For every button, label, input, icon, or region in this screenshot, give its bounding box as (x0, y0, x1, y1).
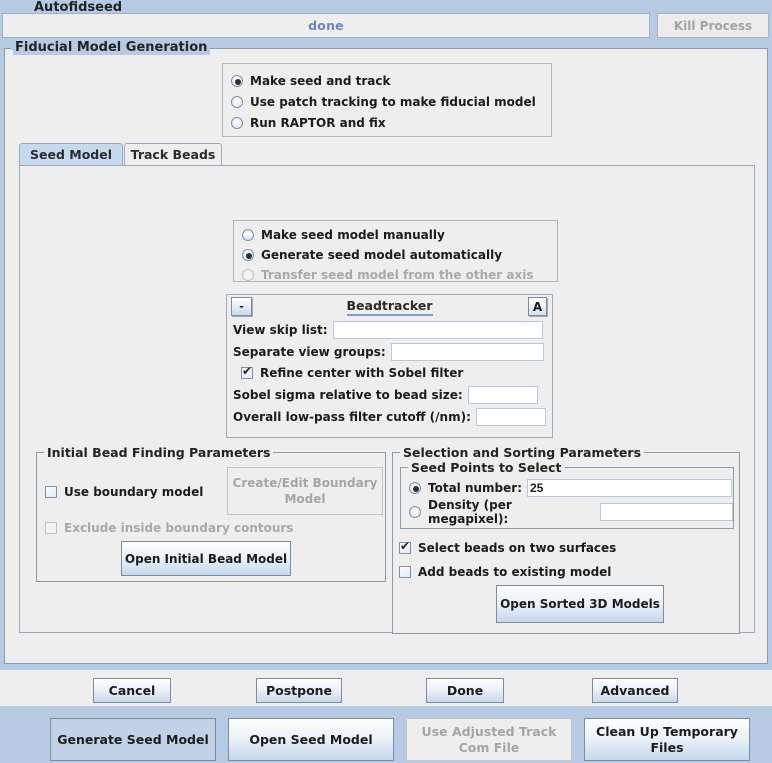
separate-view-groups-input[interactable] (390, 342, 544, 361)
beadtracker-header: - Beadtracker A (227, 295, 552, 318)
refine-center-checkbox-row[interactable]: Refine center with Sobel filter (227, 362, 552, 383)
radio-make-seed-and-track[interactable]: Make seed and track (231, 70, 551, 91)
checkbox-indicator (45, 485, 57, 498)
radio-use-patch-tracking[interactable]: Use patch tracking to make fiducial mode… (231, 91, 551, 112)
seed-points-legend: Seed Points to Select (408, 460, 565, 475)
beadtracker-title: Beadtracker (227, 298, 552, 316)
open-sorted-3d-models-button[interactable]: Open Sorted 3D Models (496, 585, 664, 623)
tab-strip: Seed Model Track Beads (19, 143, 755, 165)
selection-sorting-group: Selection and Sorting Parameters Seed Po… (392, 445, 740, 634)
radio-label: Run RAPTOR and fix (250, 115, 386, 130)
generate-seed-model-button[interactable]: Generate Seed Model (50, 718, 216, 761)
sobel-sigma-row: Sobel sigma relative to bead size: (227, 384, 552, 405)
sobel-sigma-input[interactable] (467, 385, 538, 404)
seed-points-to-select-group: Seed Points to Select Total number: Dens… (400, 460, 734, 529)
checkbox-indicator (399, 565, 411, 578)
create-edit-boundary-model-button: Create/Edit Boundary Model (227, 467, 383, 515)
seed-model-tab-panel: Make seed model manually Generate seed m… (19, 165, 755, 761)
total-number-label: Total number: (428, 481, 522, 495)
fiducial-group-legend: Fiducial Model Generation (13, 40, 211, 55)
density-input[interactable] (600, 503, 733, 521)
radio-indicator (242, 249, 254, 261)
checkbox-indicator (45, 521, 57, 534)
done-button[interactable]: Done (426, 678, 504, 703)
progress-status-text: done (308, 18, 344, 33)
total-number-row: Total number: (401, 476, 733, 500)
radio-label: Transfer seed model from the other axis (261, 268, 534, 282)
radio-run-raptor-and-fix[interactable]: Run RAPTOR and fix (231, 112, 551, 133)
progress-bar: done (2, 13, 650, 38)
separate-view-groups-label: Separate view groups: (233, 344, 386, 359)
lowpass-cutoff-row: Overall low-pass filter cutoff (/nm): (227, 406, 552, 427)
kill-process-button[interactable]: Kill Process (657, 13, 769, 38)
radio-indicator (231, 95, 243, 108)
seed-mode-radio-group: Make seed model manually Generate seed m… (233, 220, 558, 282)
radio-label: Use patch tracking to make fiducial mode… (250, 94, 536, 109)
exclude-inside-boundary-label: Exclude inside boundary contours (64, 520, 294, 535)
radio-total-number[interactable] (409, 482, 421, 494)
advanced-button[interactable]: Advanced (592, 678, 678, 703)
radio-transfer-seed-model: Transfer seed model from the other axis (242, 265, 557, 285)
beadtracker-title-text: Beadtracker (346, 298, 433, 316)
view-skip-list-row: View skip list: (227, 319, 552, 340)
checkbox-indicator (399, 539, 411, 554)
radio-indicator (242, 269, 254, 281)
cancel-button[interactable]: Cancel (93, 678, 171, 703)
tab-seed-model[interactable]: Seed Model (19, 143, 123, 165)
total-number-input[interactable] (527, 479, 732, 497)
tab-track-beads[interactable]: Track Beads (124, 143, 222, 165)
initial-bead-finding-group: Initial Bead Finding Parameters Use boun… (36, 445, 386, 582)
window-bottom-edge (0, 706, 772, 712)
progress-row: done Kill Process (2, 13, 770, 39)
add-beads-existing-model-label: Add beads to existing model (418, 564, 612, 579)
radio-indicator (231, 74, 243, 87)
select-beads-two-surfaces-checkbox-row[interactable]: Select beads on two surfaces (399, 537, 616, 558)
density-label: Density (per megapixel): (428, 498, 512, 526)
add-beads-existing-model-checkbox-row[interactable]: Add beads to existing model (399, 561, 611, 582)
radio-indicator (231, 116, 243, 129)
lowpass-cutoff-input[interactable] (475, 407, 546, 426)
generation-mode-radio-group: Make seed and track Use patch tracking t… (222, 63, 552, 137)
selection-sorting-legend: Selection and Sorting Parameters (400, 445, 645, 460)
density-row: Density (per megapixel): (401, 498, 733, 526)
use-boundary-model-label: Use boundary model (64, 484, 204, 499)
radio-density[interactable] (409, 506, 421, 518)
postpone-button[interactable]: Postpone (256, 678, 342, 703)
radio-generate-seed-model-automatically[interactable]: Generate seed model automatically (242, 245, 557, 265)
fiducial-model-generation-group: Fiducial Model Generation Make seed and … (4, 40, 768, 761)
title-bar-area: Autofidseed done Kill Process (0, 0, 772, 41)
radio-label: Make seed model manually (261, 228, 445, 242)
radio-label: Make seed and track (250, 73, 391, 88)
separate-view-groups-row: Separate view groups: (227, 341, 552, 362)
lowpass-cutoff-label: Overall low-pass filter cutoff (/nm): (233, 409, 471, 424)
view-skip-list-label: View skip list: (233, 322, 328, 337)
dialog-bar-top-edge (0, 668, 772, 670)
clean-up-temporary-files-button[interactable]: Clean Up Temporary Files (584, 718, 750, 761)
radio-label: Generate seed model automatically (261, 248, 503, 262)
open-initial-bead-model-button[interactable]: Open Initial Bead Model (121, 541, 291, 576)
view-skip-list-input[interactable] (332, 320, 543, 339)
action-button-row: Generate Seed Model Open Seed Model Use … (34, 718, 770, 763)
refine-center-label: Refine center with Sobel filter (260, 365, 464, 380)
sobel-sigma-label: Sobel sigma relative to bead size: (233, 387, 463, 402)
use-boundary-model-checkbox-row[interactable]: Use boundary model (45, 481, 203, 502)
checkbox-indicator (241, 364, 253, 379)
select-beads-two-surfaces-label: Select beads on two surfaces (418, 540, 617, 555)
radio-indicator (242, 229, 254, 241)
open-seed-model-button[interactable]: Open Seed Model (228, 718, 394, 761)
advanced-toggle-button[interactable]: A (528, 297, 547, 316)
exclude-inside-boundary-checkbox-row: Exclude inside boundary contours (45, 517, 293, 538)
beadtracker-panel: - Beadtracker A View skip list: Separate… (226, 294, 553, 438)
radio-make-seed-model-manually[interactable]: Make seed model manually (242, 225, 557, 245)
initial-bead-finding-legend: Initial Bead Finding Parameters (44, 445, 274, 460)
use-adjusted-track-com-file-button: Use Adjusted Track Com File (406, 718, 572, 761)
